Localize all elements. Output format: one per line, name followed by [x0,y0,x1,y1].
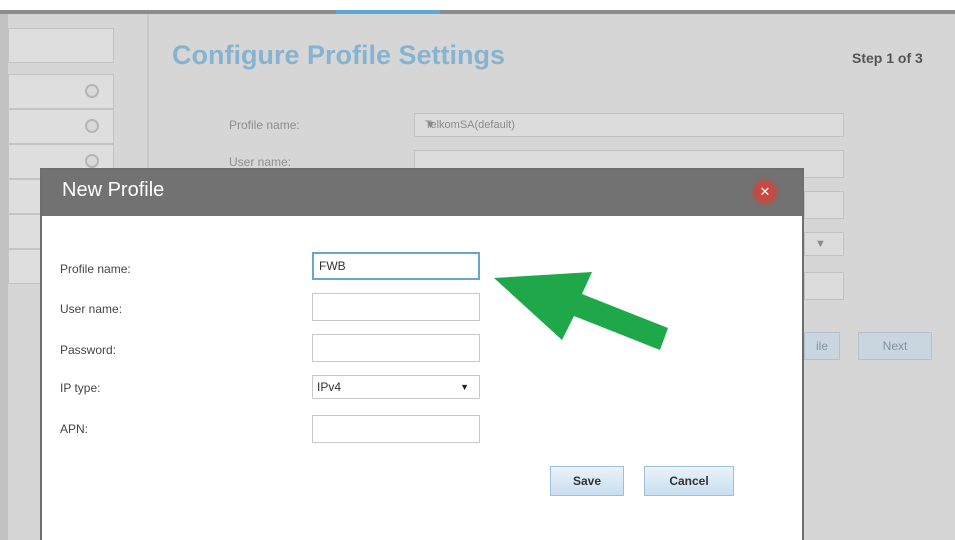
bg-profile-button[interactable]: ile [804,332,840,360]
chevron-down-icon: ▼ [815,238,826,250]
sidebar-item[interactable] [8,109,114,144]
ip-type-label: IP type: [60,381,101,395]
dialog-header: New Profile ✕ [42,170,802,216]
page-title: Configure Profile Settings [172,40,506,70]
chevron-down-icon: ▼ [425,119,436,131]
dialog-title: New Profile [62,179,165,201]
left-edge [0,14,8,540]
step-indicator: Step 1 of 3 [852,50,923,66]
green-arrow-icon [494,272,668,350]
gear-icon [85,154,99,168]
cancel-button[interactable]: Cancel [644,466,734,496]
gear-icon [85,119,99,133]
sidebar-item[interactable] [8,74,114,109]
apn-input[interactable] [312,415,480,443]
apn-label: APN: [60,422,89,436]
ip-type-select[interactable]: IPv4 ▼ [312,375,480,399]
bg-user-name-label: User name: [229,155,292,169]
next-button[interactable]: Next [858,332,932,360]
bg-profile-name-label: Profile name: [229,118,300,132]
bg-field[interactable] [804,272,844,300]
user-name-input[interactable] [312,293,480,321]
password-label: Password: [60,343,117,357]
bg-select[interactable]: ▼ [804,232,844,256]
ip-type-value: IPv4 [317,380,342,394]
bg-profile-select[interactable]: TelkomSA(default) ▼ [414,113,844,137]
user-name-label: User name: [60,302,123,316]
profile-name-label: Profile name: [60,262,131,276]
gear-icon [85,84,99,98]
bg-field[interactable] [804,191,844,219]
save-button[interactable]: Save [550,466,624,496]
close-icon[interactable]: ✕ [754,181,776,203]
new-profile-dialog: New Profile ✕ Profile name: FWB User nam… [40,168,804,540]
profile-name-input[interactable]: FWB [312,252,480,280]
password-input[interactable] [312,334,480,362]
sidebar-item[interactable] [8,28,114,63]
chevron-down-icon: ▼ [460,382,469,392]
